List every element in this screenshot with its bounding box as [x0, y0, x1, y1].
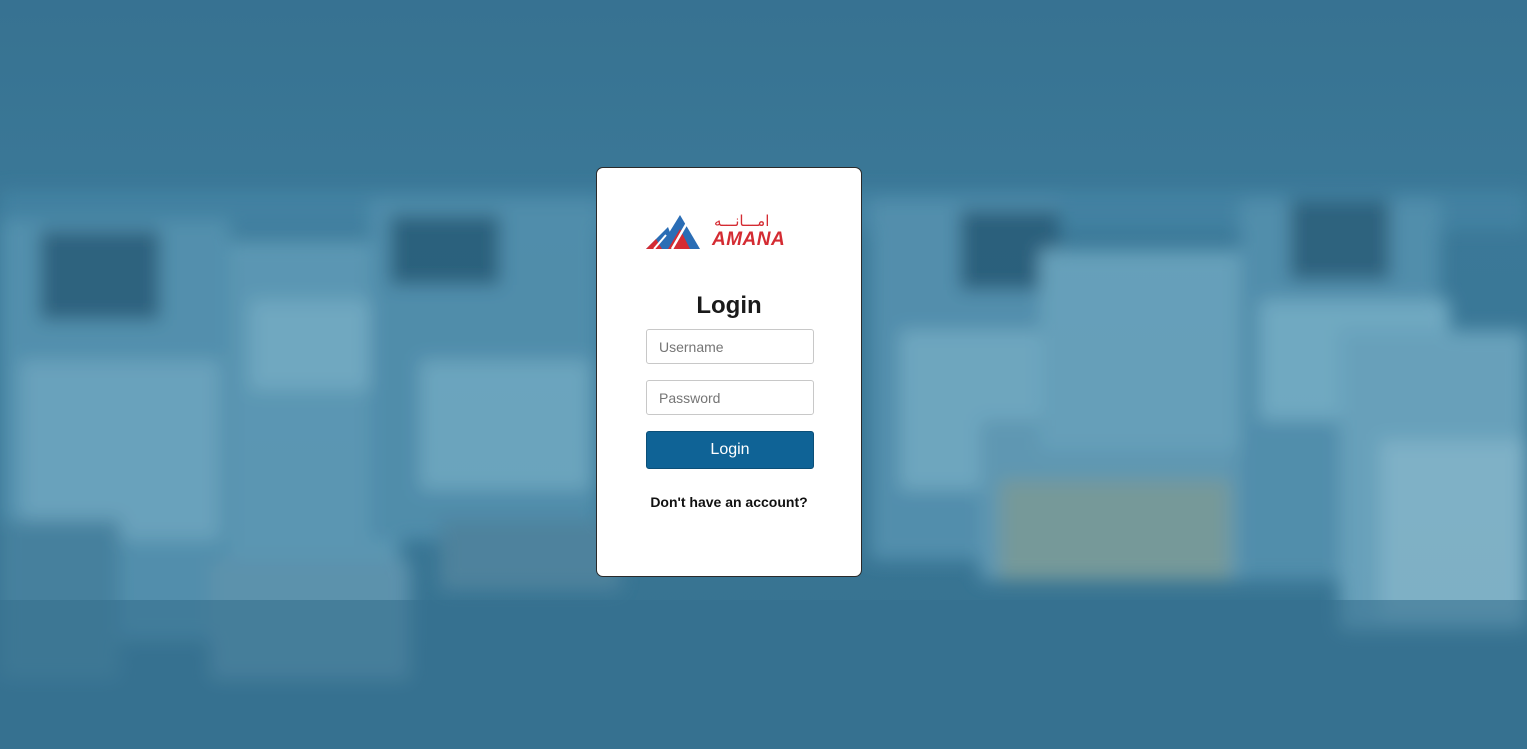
username-input[interactable] [646, 329, 814, 364]
logo-wordmark: AMANA [712, 229, 786, 250]
login-card: امـــانـــه AMANA Login Login Don't have… [596, 167, 862, 577]
logo-arabic-text: امـــانـــه [714, 212, 770, 230]
password-input[interactable] [646, 380, 814, 415]
amana-logo: امـــانـــه AMANA [646, 212, 816, 255]
login-button[interactable]: Login [646, 431, 814, 469]
amana-triangle-logo-icon [646, 215, 700, 249]
login-title: Login [696, 292, 762, 319]
signup-link[interactable]: Don't have an account? [597, 494, 861, 510]
